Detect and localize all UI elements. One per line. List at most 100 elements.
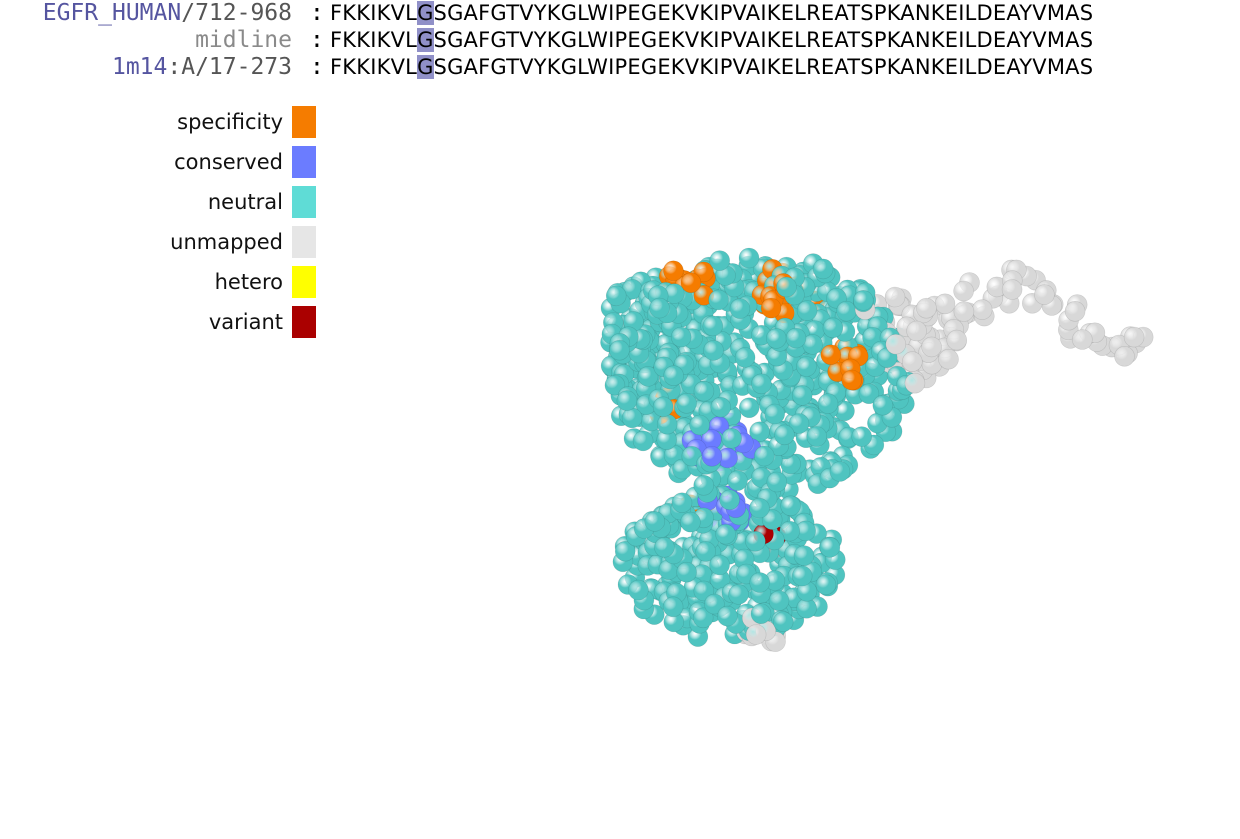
legend-item-unmapped: unmapped bbox=[170, 226, 316, 258]
atom-sphere bbox=[884, 286, 906, 308]
highlighted-residue[interactable]: G bbox=[417, 55, 434, 79]
sequence-text[interactable]: FKKIKVLGSGAFGTVYKGLWIPEGEKVKIPVAIKELREAT… bbox=[330, 27, 1093, 54]
separator: : bbox=[310, 27, 324, 53]
atom-sphere bbox=[817, 393, 839, 414]
chain-range: :A/17-273 bbox=[167, 54, 292, 80]
atom-sphere bbox=[791, 385, 813, 406]
atom-sphere bbox=[841, 369, 863, 391]
legend-item-variant: variant bbox=[209, 306, 316, 338]
atom-sphere bbox=[693, 380, 715, 402]
separator: : bbox=[310, 0, 324, 26]
midline-label: midline bbox=[195, 27, 292, 53]
atom-sphere bbox=[1071, 329, 1093, 350]
atom-sphere bbox=[710, 396, 731, 418]
atom-sphere bbox=[815, 574, 837, 596]
legend-label: unmapped bbox=[170, 230, 283, 254]
atom-sphere bbox=[663, 365, 684, 386]
legend-label: neutral bbox=[207, 190, 283, 214]
atom-sphere bbox=[1114, 346, 1135, 367]
atom-sphere bbox=[628, 579, 649, 601]
sequence-name[interactable]: EGFR_HUMAN bbox=[43, 0, 181, 26]
highlighted-residue[interactable]: G bbox=[417, 1, 434, 25]
atom-sphere bbox=[719, 489, 740, 511]
atom-sphere bbox=[766, 328, 787, 349]
sequence-pre: FKKIKVL bbox=[330, 55, 418, 79]
atom-sphere bbox=[701, 446, 723, 467]
atom-sphere bbox=[609, 339, 630, 361]
atom-sphere bbox=[662, 596, 684, 618]
atom-sphere bbox=[812, 258, 834, 280]
atom-sphere bbox=[709, 554, 730, 576]
alignment-row-midline: midline : FKKIKVLGSGAFGTVYKGLWIPEGEKVKIP… bbox=[0, 27, 1240, 54]
sequence-post: SGAFGTVYKGLWIPEGEKVKIPVAIKELREATSPKANKEI… bbox=[433, 28, 1094, 52]
atom-sphere bbox=[702, 315, 724, 337]
row-label: midline bbox=[195, 27, 292, 54]
atom-sphere bbox=[829, 461, 851, 482]
atom-sphere bbox=[754, 445, 775, 467]
legend-label: hetero bbox=[214, 270, 283, 294]
atom-sphere bbox=[766, 471, 788, 493]
atom-sphere bbox=[605, 285, 627, 307]
atom-sphere bbox=[938, 348, 959, 370]
atom-sphere bbox=[703, 340, 724, 361]
atom-sphere bbox=[745, 530, 766, 552]
sequence-text[interactable]: FKKIKVLGSGAFGTVYKGLWIPEGEKVKIPVAIKELREAT… bbox=[330, 0, 1093, 27]
atom-sphere bbox=[750, 603, 772, 625]
alignment-row-1m14: 1m14:A/17-273 : FKKIKVLGSGAFGTVYKGLWIPEG… bbox=[0, 54, 1240, 81]
atom-sphere bbox=[776, 276, 797, 298]
atom-sphere bbox=[715, 523, 736, 545]
legend-item-conserved: conserved bbox=[174, 146, 316, 178]
atom-sphere bbox=[772, 611, 794, 633]
atom-sphere bbox=[693, 474, 714, 496]
atom-sphere bbox=[916, 297, 937, 319]
atom-sphere bbox=[885, 333, 907, 355]
atom-sphere bbox=[780, 495, 801, 517]
atom-sphere bbox=[851, 426, 873, 447]
atom-sphere bbox=[676, 393, 697, 414]
protein-spacefill-model[interactable] bbox=[560, 225, 1200, 675]
atom-sphere bbox=[796, 300, 818, 321]
atom-sphere bbox=[632, 430, 654, 452]
atom-sphere bbox=[721, 428, 742, 449]
legend-swatch bbox=[292, 186, 316, 218]
atom-sphere bbox=[689, 414, 710, 436]
atom-sphere bbox=[1034, 284, 1055, 305]
atom-sphere bbox=[751, 373, 772, 395]
legend-item-hetero: hetero bbox=[215, 266, 316, 298]
atom-sphere bbox=[1064, 301, 1086, 322]
sequence-post: SGAFGTVYKGLWIPEGEKVKIPVAIKELREATSPKANKEI… bbox=[433, 1, 1094, 25]
legend-label: conserved bbox=[174, 150, 283, 174]
atom-sphere bbox=[717, 605, 738, 627]
atom-sphere bbox=[921, 336, 942, 358]
legend-label: variant bbox=[208, 310, 283, 334]
atom-sphere bbox=[680, 272, 702, 294]
atom-sphere bbox=[796, 356, 817, 377]
atom-sphere bbox=[904, 372, 926, 394]
sequence-pre: FKKIKVL bbox=[330, 1, 418, 25]
sequence-text[interactable]: FKKIKVLGSGAFGTVYKGLWIPEGEKVKIPVAIKELREAT… bbox=[330, 54, 1093, 81]
legend-swatch bbox=[292, 306, 316, 338]
atom-sphere bbox=[934, 293, 956, 315]
atom-sphere bbox=[676, 561, 697, 583]
atom-sphere bbox=[1123, 326, 1145, 348]
atom-sphere bbox=[760, 297, 782, 319]
atom-sphere bbox=[644, 511, 666, 532]
atom-sphere bbox=[822, 317, 844, 339]
atom-sphere bbox=[1001, 279, 1023, 300]
atom-sphere bbox=[652, 396, 674, 418]
atom-sphere bbox=[785, 327, 807, 349]
atom-sphere bbox=[791, 565, 813, 587]
atom-sphere bbox=[953, 301, 975, 322]
row-label[interactable]: EGFR_HUMAN/712-968 bbox=[43, 0, 292, 27]
legend-label: specificity bbox=[177, 110, 283, 134]
atom-sphere bbox=[734, 347, 756, 368]
structure-name[interactable]: 1m14 bbox=[112, 54, 167, 80]
atom-sphere bbox=[906, 320, 927, 342]
legend-item-specificity: specificity bbox=[177, 106, 316, 138]
row-label[interactable]: 1m14:A/17-273 bbox=[112, 54, 292, 81]
atom-sphere bbox=[649, 297, 670, 319]
atom-sphere bbox=[671, 492, 693, 514]
highlighted-residue[interactable]: G bbox=[417, 28, 434, 52]
structure-viewer[interactable] bbox=[560, 225, 1200, 675]
atom-sphere bbox=[728, 584, 749, 605]
